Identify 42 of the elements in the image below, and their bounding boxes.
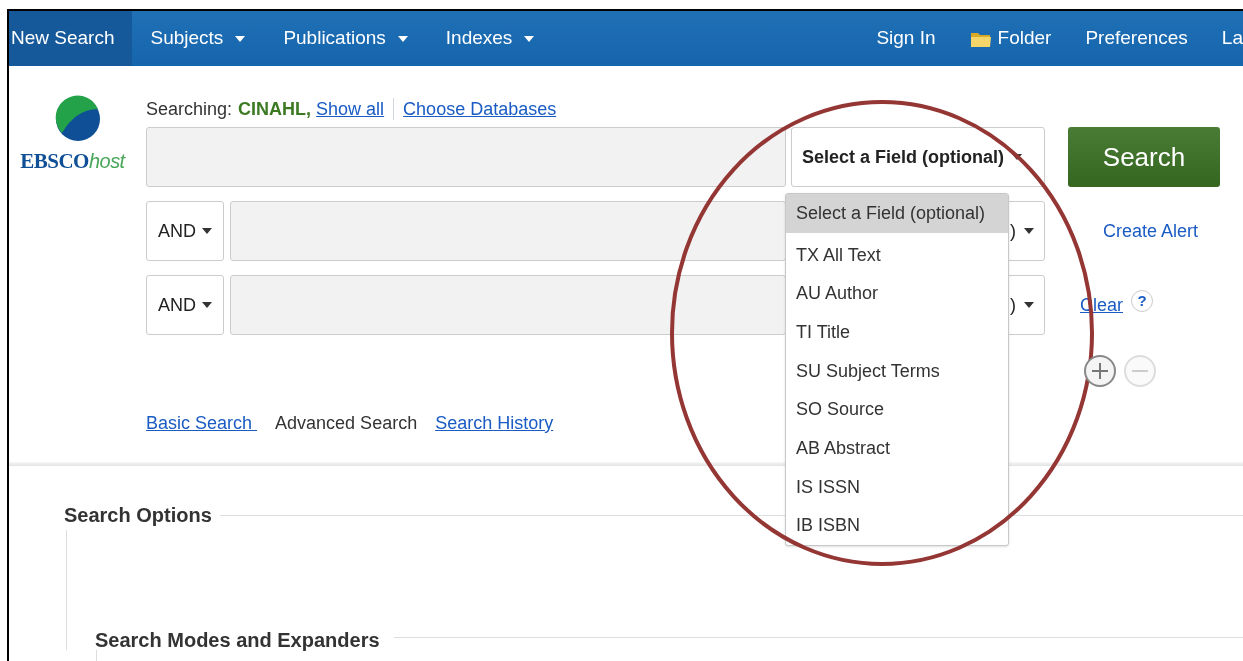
add-row-icon[interactable] — [1083, 354, 1117, 388]
caret-icon — [202, 228, 212, 234]
dropdown-option[interactable]: TI Title — [786, 313, 1008, 352]
searching-label: Searching: — [146, 97, 233, 121]
nav-tab[interactable]: Subjects — [131, 11, 265, 66]
search-input[interactable] — [230, 275, 786, 335]
dropdown-option[interactable]: IS ISSN — [786, 467, 1008, 507]
operator-select[interactable]: AND — [146, 201, 224, 261]
choose-databases-link[interactable]: Choose Databases — [403, 95, 557, 123]
dropdown-option[interactable]: IB ISBN — [786, 506, 1008, 546]
caret-icon — [202, 302, 212, 308]
search-mode-link[interactable]: Advanced Search — [275, 410, 418, 437]
remove-row-icon[interactable] — [1123, 354, 1157, 388]
field-select[interactable]: Select a Field (optional) — [791, 127, 1045, 187]
dropdown-option[interactable]: SO Source — [786, 390, 1008, 430]
dropdown-option[interactable]: Select a Field (optional) — [786, 194, 1008, 233]
search-input[interactable] — [230, 201, 786, 261]
folder-link[interactable]: Folder — [997, 24, 1052, 53]
create-alert-link[interactable]: Create Alert — [1103, 217, 1199, 245]
nav-tab[interactable]: New Search — [9, 11, 132, 66]
search-mode-link[interactable]: Basic Search — [146, 410, 258, 437]
logo-icon — [53, 95, 102, 143]
nav-tab[interactable]: Indexes — [426, 11, 554, 66]
subsection-heading: Search Modes and Expanders — [95, 628, 380, 653]
dropdown-option[interactable]: AU Author — [786, 274, 1008, 313]
caret-icon — [1024, 228, 1034, 234]
show-all-link[interactable]: Show all — [316, 95, 385, 123]
search-button[interactable]: Search — [1068, 127, 1220, 187]
logo-text: EBSCOhost — [20, 148, 125, 175]
section-heading: Search Options — [64, 503, 212, 528]
dropdown-option[interactable]: AB Abstract — [786, 429, 1008, 468]
nav-tab[interactable]: Publications — [264, 11, 427, 66]
search-mode-link[interactable]: Search History — [435, 410, 554, 437]
nav-link[interactable]: La — [1221, 24, 1243, 53]
search-input[interactable] — [146, 127, 786, 187]
dropdown-option[interactable]: SU Subject Terms — [786, 351, 1008, 391]
nav-link[interactable]: Sign In — [876, 24, 936, 53]
caret-icon — [1024, 302, 1034, 308]
operator-select[interactable]: AND — [146, 275, 224, 335]
nav-link[interactable]: Preferences — [1085, 24, 1188, 53]
dropdown-option[interactable]: TX All Text — [786, 235, 1008, 275]
database-name: CINAHL, — [238, 97, 312, 121]
